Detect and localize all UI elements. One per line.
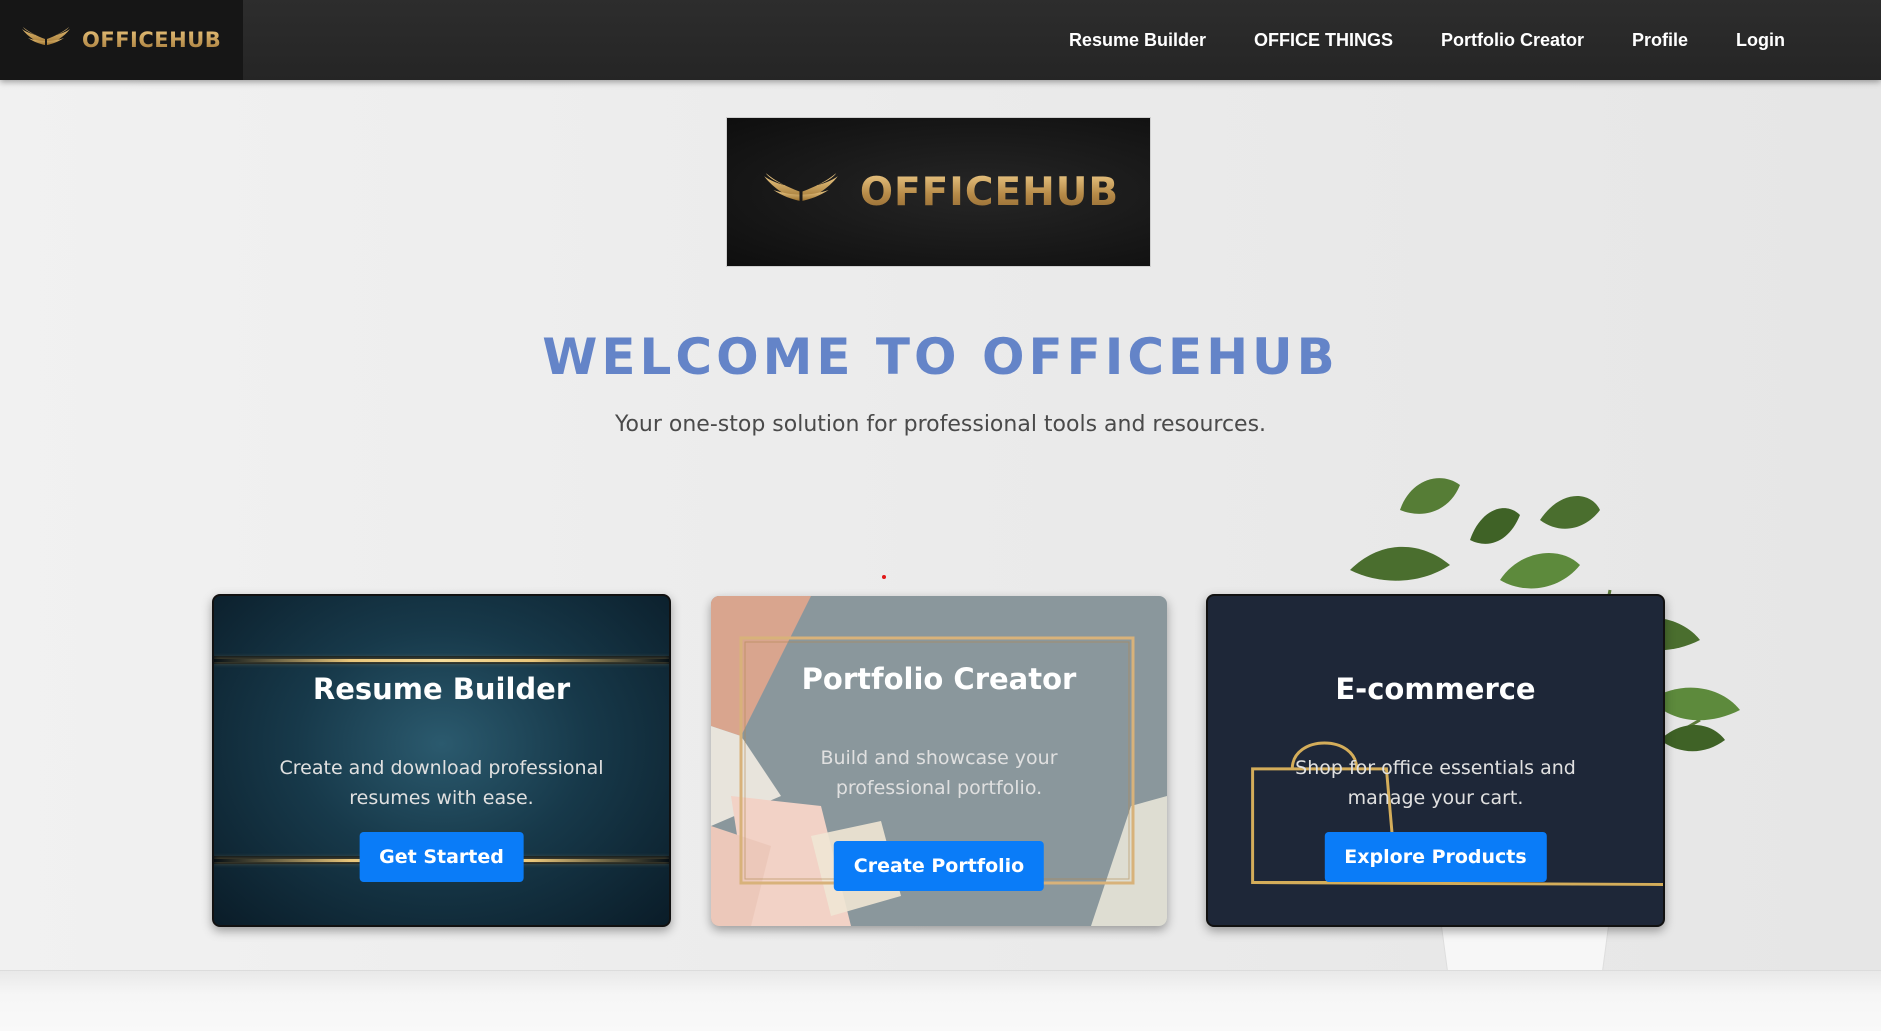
nav-link-office-things[interactable]: OFFICE THINGS xyxy=(1230,30,1417,51)
card-title: Portfolio Creator xyxy=(801,662,1077,696)
card-description: Build and showcase your professional por… xyxy=(820,747,1058,799)
nav-link-profile[interactable]: Profile xyxy=(1608,30,1712,51)
floor xyxy=(0,970,1881,1031)
hero-subtitle: Your one-stop solution for professional … xyxy=(614,412,1267,437)
card-description: Create and download professional resumes… xyxy=(279,757,604,809)
brand-logo[interactable]: OFFICEHUB xyxy=(0,0,243,80)
hero-title: WELCOME TO OFFICEHUB xyxy=(542,328,1339,386)
create-portfolio-button[interactable]: Create Portfolio xyxy=(833,841,1045,891)
brand-text: OFFICEHUB xyxy=(82,28,222,52)
card-ecommerce: E-commerce Shop for office essentials an… xyxy=(1206,594,1665,927)
get-started-button[interactable]: Get Started xyxy=(359,832,524,882)
red-dot xyxy=(882,575,886,579)
nav-link-portfolio-creator[interactable]: Portfolio Creator xyxy=(1417,30,1608,51)
hero-logo-text: OFFICEHUB xyxy=(859,169,1120,215)
explore-products-button[interactable]: Explore Products xyxy=(1324,832,1547,882)
gold-line xyxy=(214,659,669,662)
nav-links: Resume Builder OFFICE THINGS Portfolio C… xyxy=(1045,0,1809,80)
nav-link-resume-builder[interactable]: Resume Builder xyxy=(1045,30,1230,51)
card-resume-builder: Resume Builder Create and download profe… xyxy=(212,594,671,927)
card-portfolio-creator: Portfolio Creator Build and showcase you… xyxy=(711,596,1167,926)
card-description: Shop for office essentials and manage yo… xyxy=(1295,757,1576,809)
wings-icon xyxy=(758,167,844,217)
hero-logo: OFFICEHUB xyxy=(726,117,1151,267)
card-title: Resume Builder xyxy=(312,672,571,706)
navbar: OFFICEHUB Resume Builder OFFICE THINGS P… xyxy=(0,0,1881,80)
wings-icon xyxy=(20,23,72,57)
card-title: E-commerce xyxy=(1335,672,1536,706)
nav-link-login[interactable]: Login xyxy=(1712,30,1809,51)
